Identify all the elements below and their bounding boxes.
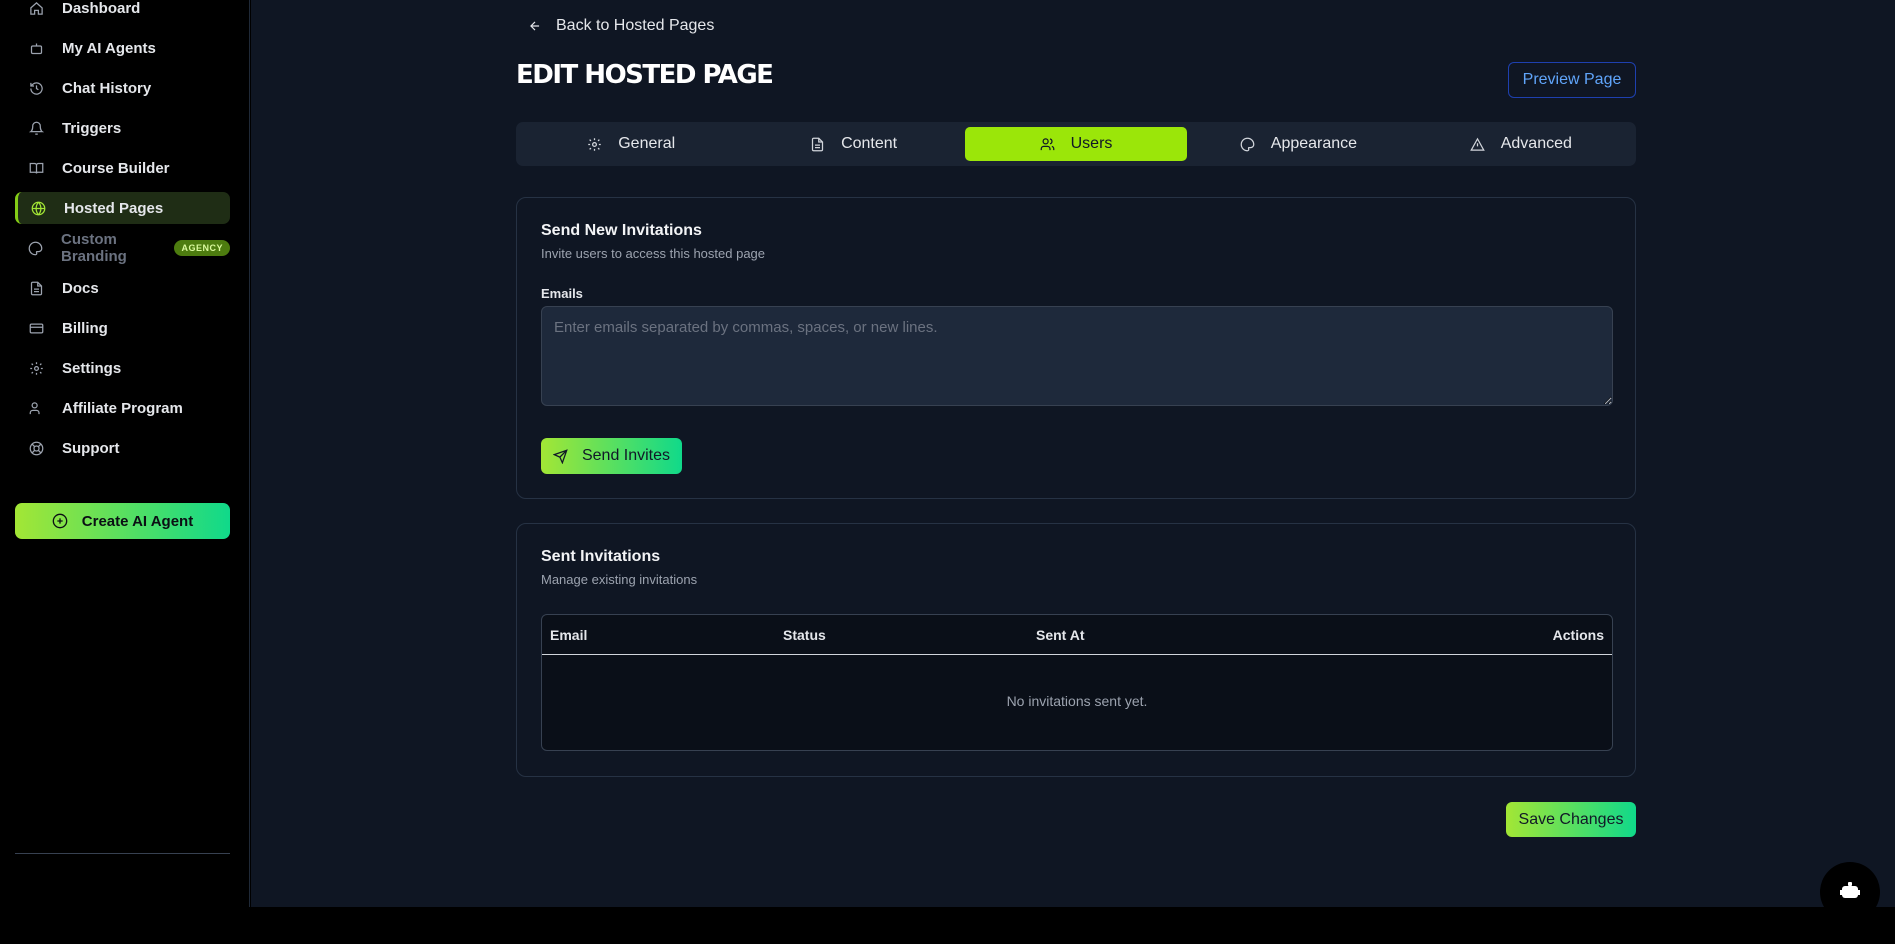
sidebar-item-affiliate-program[interactable]: Affiliate Program: [15, 392, 230, 424]
lifebuoy-icon: [28, 440, 44, 456]
gear-icon: [28, 360, 44, 376]
emails-textarea[interactable]: [541, 306, 1613, 406]
tab-label: Content: [841, 135, 898, 152]
history-icon: [28, 80, 44, 96]
sidebar-item-docs[interactable]: Docs: [15, 272, 230, 304]
tab-content[interactable]: Content: [742, 127, 964, 161]
sidebar-item-label: Docs: [62, 279, 99, 297]
table-header: Email Status Sent At Actions: [542, 615, 1612, 655]
tab-label: Users: [1070, 135, 1113, 152]
robot-icon: [1838, 878, 1862, 907]
tab-advanced[interactable]: Advanced: [1410, 127, 1632, 161]
sidebar-item-label: Chat History: [62, 79, 152, 97]
tab-users[interactable]: Users: [964, 127, 1188, 161]
send-invitations-card: Send New Invitations Invite users to acc…: [516, 197, 1636, 499]
card-subtitle: Manage existing invitations: [541, 572, 698, 587]
sidebar-item-label: Affiliate Program: [62, 399, 183, 417]
invitations-table: Email Status Sent At Actions No invitati…: [541, 614, 1613, 751]
tab-label: General: [618, 135, 676, 152]
send-icon: [552, 448, 568, 464]
card-title: Send New Invitations: [541, 222, 702, 239]
palette-icon: [1240, 137, 1255, 152]
sent-invitations-card: Sent Invitations Manage existing invitat…: [516, 523, 1636, 777]
warning-icon: [1469, 137, 1485, 152]
column-header-email[interactable]: Email: [550, 627, 587, 643]
sidebar-item-hosted-pages[interactable]: Hosted Pages: [15, 192, 230, 224]
agency-badge: AGENCY: [174, 240, 230, 256]
sidebar-item-custom-branding[interactable]: Custom Branding AGENCY: [15, 231, 230, 265]
back-to-hosted-pages-link[interactable]: Back to Hosted Pages: [528, 17, 714, 35]
column-header-actions: Actions: [1552, 627, 1604, 643]
save-changes-button[interactable]: Save Changes: [1506, 802, 1636, 837]
preview-page-button[interactable]: Preview Page: [1508, 62, 1636, 98]
create-ai-agent-button[interactable]: Create AI Agent: [15, 503, 230, 539]
tab-general[interactable]: General: [520, 127, 742, 161]
sidebar-item-label: Settings: [62, 359, 122, 377]
globe-icon: [30, 200, 46, 216]
sidebar-item-support[interactable]: Support: [15, 432, 230, 464]
sidebar-item-label: Billing: [62, 319, 108, 337]
card-title: Sent Invitations: [541, 548, 661, 565]
column-header-sent-at[interactable]: Sent At: [1036, 627, 1084, 643]
page-title: EDIT HOSTED PAGE: [516, 60, 774, 90]
palette-icon: [28, 240, 43, 256]
column-header-status[interactable]: Status: [783, 627, 826, 643]
gear-icon: [587, 137, 602, 152]
sidebar-item-triggers[interactable]: Triggers: [15, 112, 230, 144]
emails-label: Emails: [541, 286, 583, 301]
empty-state-text: No invitations sent yet.: [1006, 693, 1148, 709]
sidebar: Dashboard My AI Agents Chat History Trig…: [0, 0, 250, 907]
sidebar-item-chat-history[interactable]: Chat History: [15, 72, 230, 104]
sidebar-item-label: Dashboard: [62, 0, 141, 17]
tab-label: Appearance: [1270, 135, 1358, 152]
sidebar-item-label: Custom Branding: [61, 231, 127, 265]
sidebar-item-label: Triggers: [62, 119, 122, 137]
tab-appearance[interactable]: Appearance: [1187, 127, 1409, 161]
arrow-left-icon: [528, 19, 542, 33]
card-subtitle: Invite users to access this hosted page: [541, 246, 766, 261]
tab-label: Advanced: [1500, 135, 1572, 152]
document-icon: [28, 280, 44, 296]
sidebar-item-my-ai-agents[interactable]: My AI Agents: [15, 32, 230, 64]
bell-icon: [28, 120, 44, 136]
sidebar-item-billing[interactable]: Billing: [15, 312, 230, 344]
send-invites-label: Send Invites: [581, 447, 671, 464]
sidebar-divider: [15, 853, 230, 854]
home-icon: [28, 0, 44, 16]
sidebar-item-label: Course Builder: [62, 159, 170, 177]
create-ai-agent-label: Create AI Agent: [81, 512, 194, 530]
book-icon: [28, 160, 44, 176]
users-icon: [28, 400, 44, 416]
plus-circle-icon: [52, 513, 68, 529]
credit-card-icon: [28, 320, 44, 336]
tab-bar: General Content Users Appearance Advance…: [516, 122, 1636, 166]
back-link-label: Back to Hosted Pages: [556, 17, 715, 34]
send-invites-button[interactable]: Send Invites: [541, 438, 682, 474]
bot-icon: [28, 40, 44, 56]
users-icon: [1040, 137, 1055, 152]
sidebar-item-label: Hosted Pages: [64, 199, 164, 217]
sidebar-item-course-builder[interactable]: Course Builder: [15, 152, 230, 184]
sidebar-item-dashboard[interactable]: Dashboard: [15, 0, 230, 24]
taskbar-strip: [0, 907, 1895, 944]
document-icon: [810, 137, 825, 152]
sidebar-item-label: Support: [62, 439, 120, 457]
sidebar-item-label: My AI Agents: [62, 39, 156, 57]
sidebar-item-settings[interactable]: Settings: [15, 352, 230, 384]
